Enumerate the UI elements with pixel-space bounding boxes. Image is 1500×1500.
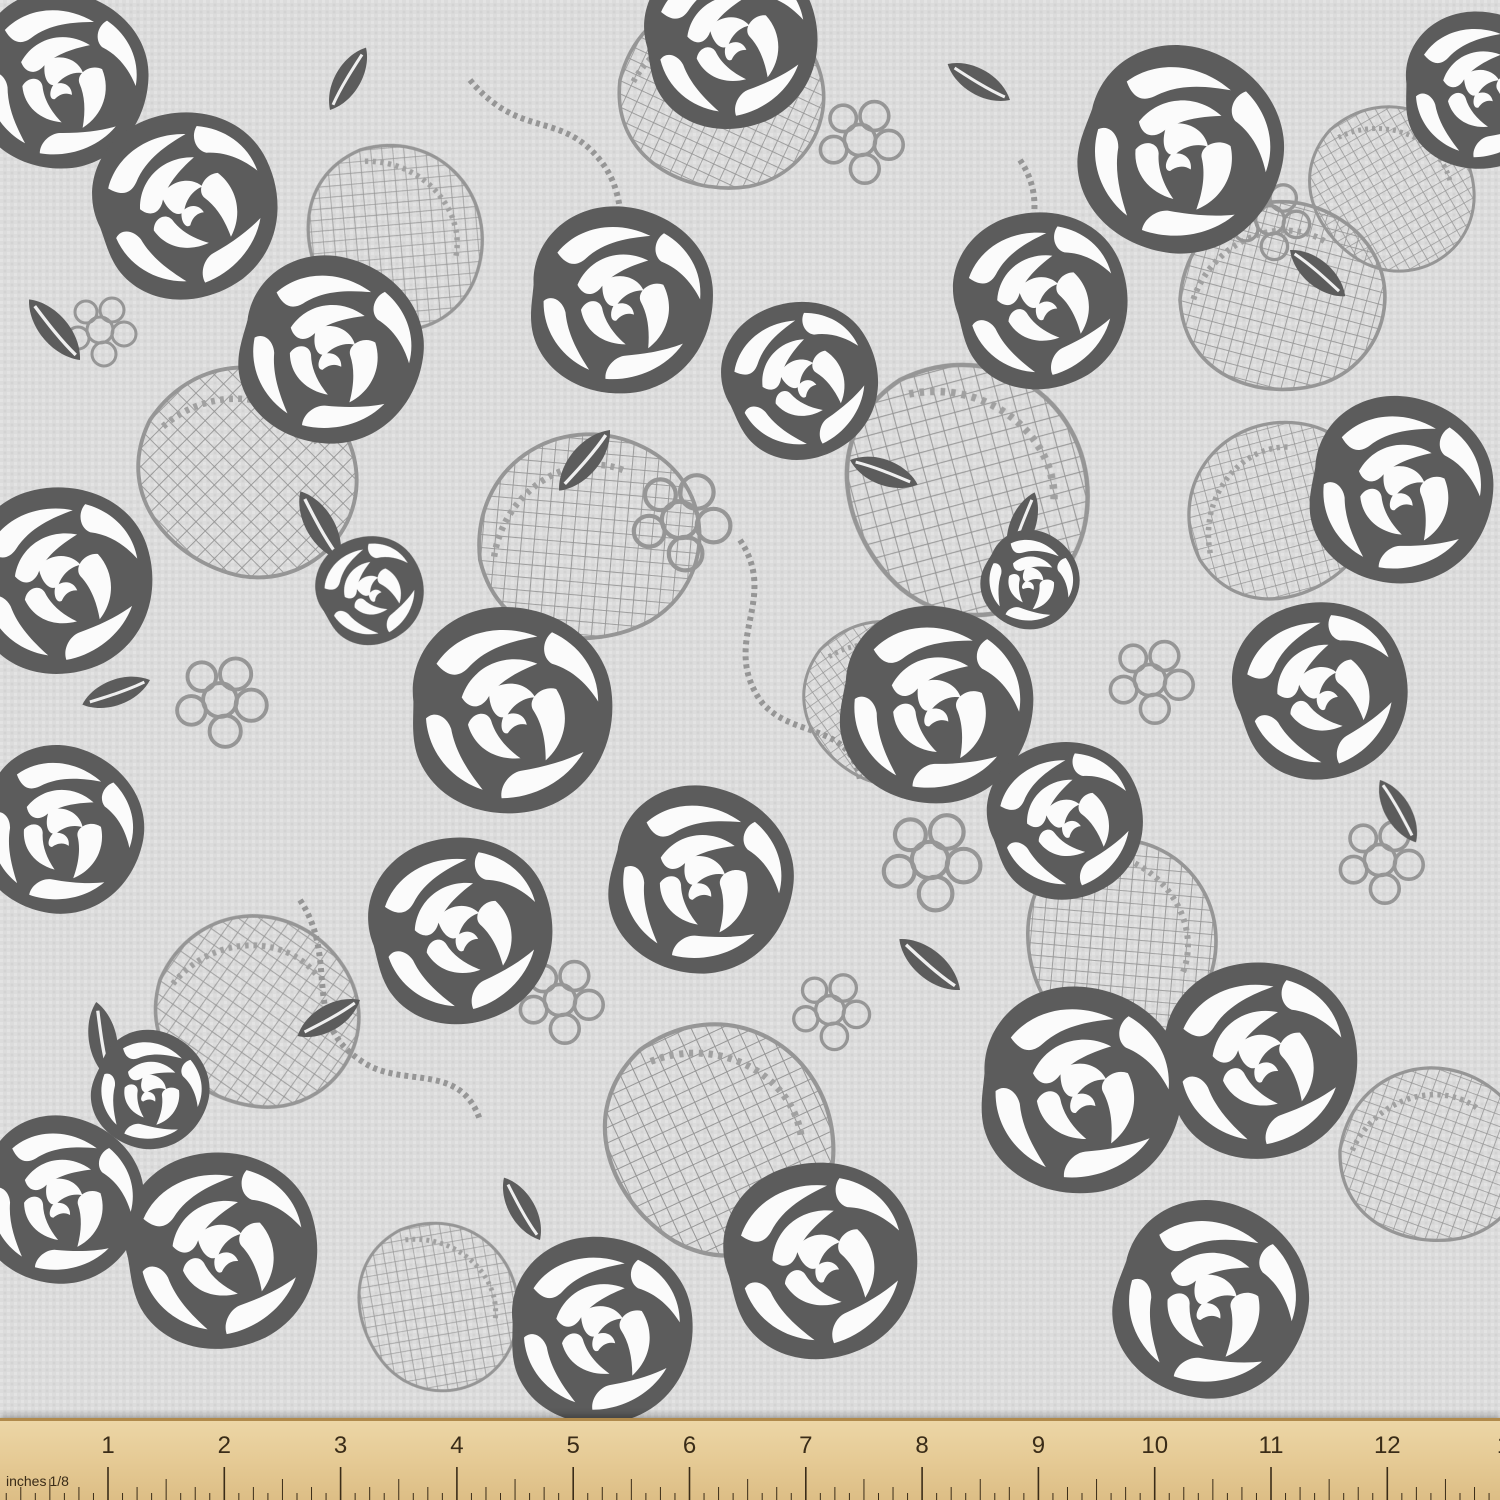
ruler-unit-label: inches 1/8 — [6, 1473, 72, 1489]
ruler-number: 4 — [450, 1432, 463, 1459]
ruler-number: 5 — [567, 1432, 580, 1459]
ruler-scale: 1234567891011121 — [5, 1432, 1500, 1500]
measuring-ruler: 1234567891011121 inches1/8 — [0, 1418, 1500, 1500]
ruler-fraction-text: 1/8 — [49, 1473, 69, 1489]
ruler-number: 11 — [1259, 1432, 1284, 1459]
rose-lace-fabric — [0, 0, 1500, 1500]
ruler-number: 7 — [799, 1432, 812, 1459]
ruler-number: 1 — [101, 1432, 114, 1459]
ruler-unit-text: inches — [6, 1473, 47, 1489]
ruler-number: 6 — [683, 1432, 696, 1459]
ruler-number: 12 — [1374, 1432, 1401, 1459]
fabric-swatch: 1234567891011121 inches1/8 — [0, 0, 1500, 1500]
ruler-number: 10 — [1141, 1432, 1168, 1459]
ruler-number: 9 — [1032, 1432, 1045, 1459]
ruler-number: 3 — [334, 1432, 347, 1459]
ruler-number: 8 — [915, 1432, 928, 1459]
ruler-number: 2 — [218, 1432, 231, 1459]
